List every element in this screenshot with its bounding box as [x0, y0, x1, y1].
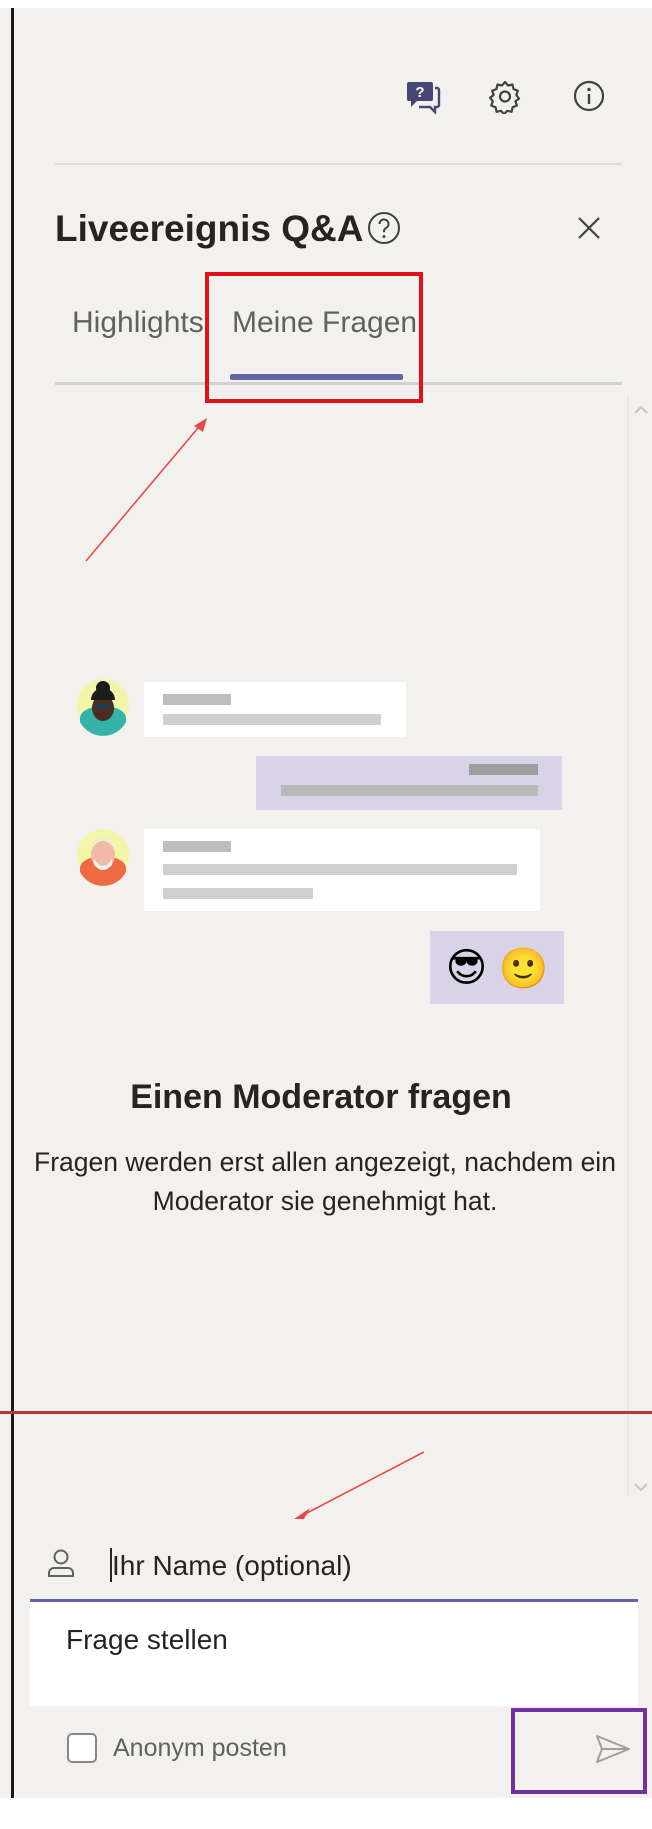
scroll-down-chevron-icon[interactable] — [632, 1480, 650, 1494]
qna-icon[interactable]: ? — [403, 76, 443, 116]
close-icon[interactable] — [571, 210, 607, 246]
sunglasses-emoji: 😎 — [445, 946, 488, 990]
svg-text:?: ? — [415, 84, 424, 101]
scrollbar-track[interactable] — [627, 395, 629, 1495]
header-divider — [55, 163, 622, 165]
scroll-up-chevron-icon[interactable] — [632, 403, 650, 417]
emoji-reaction: 😎 🙂 — [440, 942, 554, 994]
tab-highlights[interactable]: Highlights — [72, 306, 204, 340]
empty-state-description: Fragen werden erst allen angezeigt, nach… — [34, 1147, 616, 1216]
smile-emoji: 🙂 — [498, 946, 549, 991]
info-icon[interactable] — [569, 76, 609, 116]
question-circle-icon[interactable] — [366, 210, 402, 246]
name-input[interactable] — [112, 1538, 622, 1594]
panel-title: Liveereignis Q&A — [55, 208, 364, 249]
empty-state-title: Einen Moderator fragen — [130, 1078, 512, 1116]
window-left-border — [11, 8, 14, 1798]
annotation-highlight-box — [205, 272, 423, 403]
annotation-divider-line — [0, 1411, 652, 1414]
question-input[interactable] — [66, 1624, 606, 1684]
annotation-send-box — [511, 1708, 647, 1794]
anonymous-checkbox[interactable] — [67, 1733, 97, 1763]
person-icon — [48, 1549, 74, 1577]
anonymous-label: Anonym posten — [113, 1734, 287, 1762]
gear-icon[interactable] — [485, 76, 525, 116]
